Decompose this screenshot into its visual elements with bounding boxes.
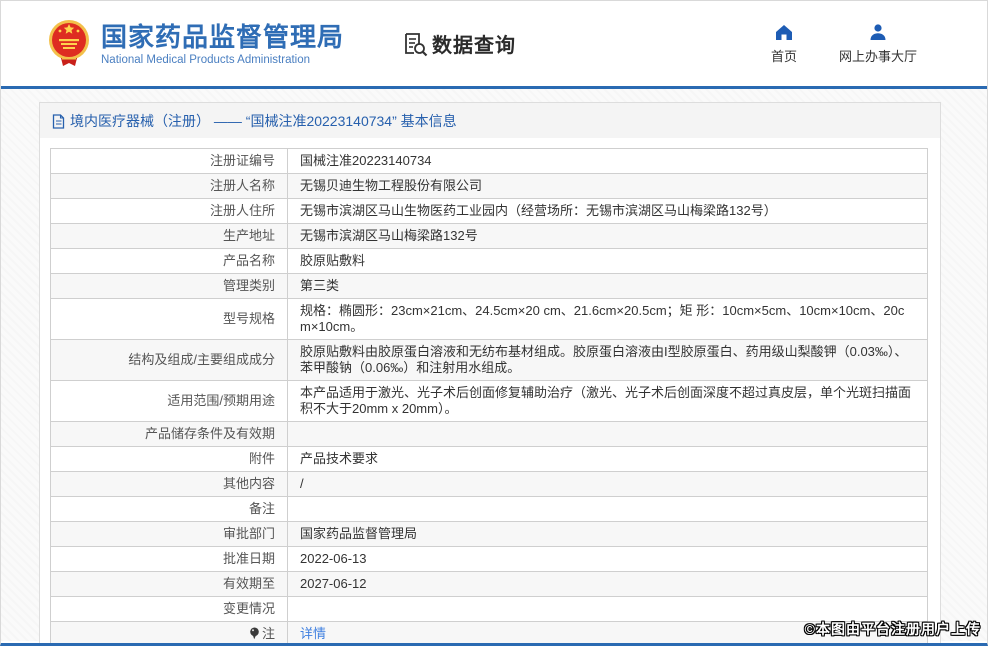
- row-value: 国械注准20223140734: [288, 149, 928, 174]
- info-table-body: 注册证编号国械注准20223140734注册人名称无锡贝迪生物工程股份有限公司注…: [51, 149, 928, 646]
- table-row: 有效期至2027-06-12: [51, 572, 928, 597]
- logo-text: 国家药品监督管理局 National Medical Products Admi…: [101, 22, 344, 66]
- row-value: [288, 597, 928, 622]
- row-value: 胶原贴敷料: [288, 249, 928, 274]
- row-value: [288, 497, 928, 522]
- row-value: 无锡市滨湖区马山生物医药工业园内（经营场所：无锡市滨湖区马山梅梁路132号）: [288, 199, 928, 224]
- national-emblem-icon: [47, 19, 91, 69]
- home-icon: [774, 23, 794, 41]
- detail-link[interactable]: 详情: [300, 626, 326, 641]
- row-label: 生产地址: [51, 224, 288, 249]
- table-row: 注册证编号国械注准20223140734: [51, 149, 928, 174]
- table-row: 结构及组成/主要组成成分胶原贴敷料由胶原蛋白溶液和无纺布基材组成。胶原蛋白溶液由…: [51, 340, 928, 381]
- row-label: 备注: [51, 497, 288, 522]
- logo-title: 国家药品监督管理局: [101, 22, 344, 52]
- row-value: 胶原贴敷料由胶原蛋白溶液和无纺布基材组成。胶原蛋白溶液由I型胶原蛋白、药用级山梨…: [288, 340, 928, 381]
- table-row: 变更情况: [51, 597, 928, 622]
- row-value: 产品技术要求: [288, 447, 928, 472]
- table-row: 生产地址无锡市滨湖区马山梅梁路132号: [51, 224, 928, 249]
- header-nav: 首页 网上办事大厅: [771, 23, 917, 65]
- nmpa-logo[interactable]: 国家药品监督管理局 National Medical Products Admi…: [47, 19, 344, 69]
- row-value: 第三类: [288, 274, 928, 299]
- nav-service-hall[interactable]: 网上办事大厅: [839, 23, 917, 65]
- row-label: 附件: [51, 447, 288, 472]
- document-search-icon: [402, 31, 428, 57]
- table-row: 注册人住所无锡市滨湖区马山生物医药工业园内（经营场所：无锡市滨湖区马山梅梁路13…: [51, 199, 928, 224]
- row-value: 规格：椭圆形：23cm×21cm、24.5cm×20 cm、21.6cm×20.…: [288, 299, 928, 340]
- row-label: 型号规格: [51, 299, 288, 340]
- table-row: 批准日期2022-06-13: [51, 547, 928, 572]
- row-label: 适用范围/预期用途: [51, 381, 288, 422]
- row-value: 本产品适用于激光、光子术后创面修复辅助治疗（激光、光子术后创面深度不超过真皮层，…: [288, 381, 928, 422]
- row-label: 结构及组成/主要组成成分: [51, 340, 288, 381]
- table-row: 型号规格规格：椭圆形：23cm×21cm、24.5cm×20 cm、21.6cm…: [51, 299, 928, 340]
- table-row: 注册人名称无锡贝迪生物工程股份有限公司: [51, 174, 928, 199]
- row-value: 2027-06-12: [288, 572, 928, 597]
- logo-subtitle: National Medical Products Administration: [101, 54, 344, 66]
- table-row: 适用范围/预期用途本产品适用于激光、光子术后创面修复辅助治疗（激光、光子术后创面…: [51, 381, 928, 422]
- header: 国家药品监督管理局 National Medical Products Admi…: [1, 1, 987, 89]
- data-query-entry[interactable]: 数据查询: [402, 29, 516, 58]
- row-label: 审批部门: [51, 522, 288, 547]
- row-label: 注册人住所: [51, 199, 288, 224]
- breadcrumb: 境内医疗器械（注册） —— “国械注准20223140734” 基本信息: [40, 103, 940, 138]
- breadcrumb-text: 境内医疗器械（注册） —— “国械注准20223140734” 基本信息: [70, 111, 457, 131]
- row-label: 变更情况: [51, 597, 288, 622]
- row-label: 其他内容: [51, 472, 288, 497]
- table-row: 注详情: [51, 622, 928, 646]
- note-icon: [249, 627, 260, 640]
- nav-home[interactable]: 首页: [771, 23, 797, 65]
- table-row: 附件产品技术要求: [51, 447, 928, 472]
- table-row: 管理类别第三类: [51, 274, 928, 299]
- row-value: /: [288, 472, 928, 497]
- page: 国家药品监督管理局 National Medical Products Admi…: [0, 0, 988, 646]
- main-area: 境内医疗器械（注册） —— “国械注准20223140734” 基本信息 注册证…: [1, 89, 987, 641]
- table-row: 产品储存条件及有效期: [51, 422, 928, 447]
- table-row: 审批部门国家药品监督管理局: [51, 522, 928, 547]
- row-label: 产品名称: [51, 249, 288, 274]
- table-row: 备注: [51, 497, 928, 522]
- table-row: 其他内容/: [51, 472, 928, 497]
- content-box: 境内医疗器械（注册） —— “国械注准20223140734” 基本信息 注册证…: [39, 102, 941, 646]
- row-value: 国家药品监督管理局: [288, 522, 928, 547]
- nav-home-label: 首页: [771, 46, 797, 65]
- registration-info-table: 注册证编号国械注准20223140734注册人名称无锡贝迪生物工程股份有限公司注…: [50, 148, 928, 646]
- document-icon: [52, 114, 65, 129]
- row-label: 有效期至: [51, 572, 288, 597]
- row-label: 产品储存条件及有效期: [51, 422, 288, 447]
- row-label: 注: [51, 622, 288, 646]
- row-value: 无锡贝迪生物工程股份有限公司: [288, 174, 928, 199]
- row-label: 注册人名称: [51, 174, 288, 199]
- row-value: [288, 422, 928, 447]
- row-label: 管理类别: [51, 274, 288, 299]
- nav-service-hall-label: 网上办事大厅: [839, 46, 917, 65]
- row-label: 注册证编号: [51, 149, 288, 174]
- row-label: 批准日期: [51, 547, 288, 572]
- data-query-label: 数据查询: [432, 29, 516, 58]
- user-icon: [868, 23, 888, 41]
- row-value: 无锡市滨湖区马山梅梁路132号: [288, 224, 928, 249]
- watermark-text: ©本图由平台注册用户上传: [805, 619, 981, 639]
- row-value: 2022-06-13: [288, 547, 928, 572]
- table-row: 产品名称胶原贴敷料: [51, 249, 928, 274]
